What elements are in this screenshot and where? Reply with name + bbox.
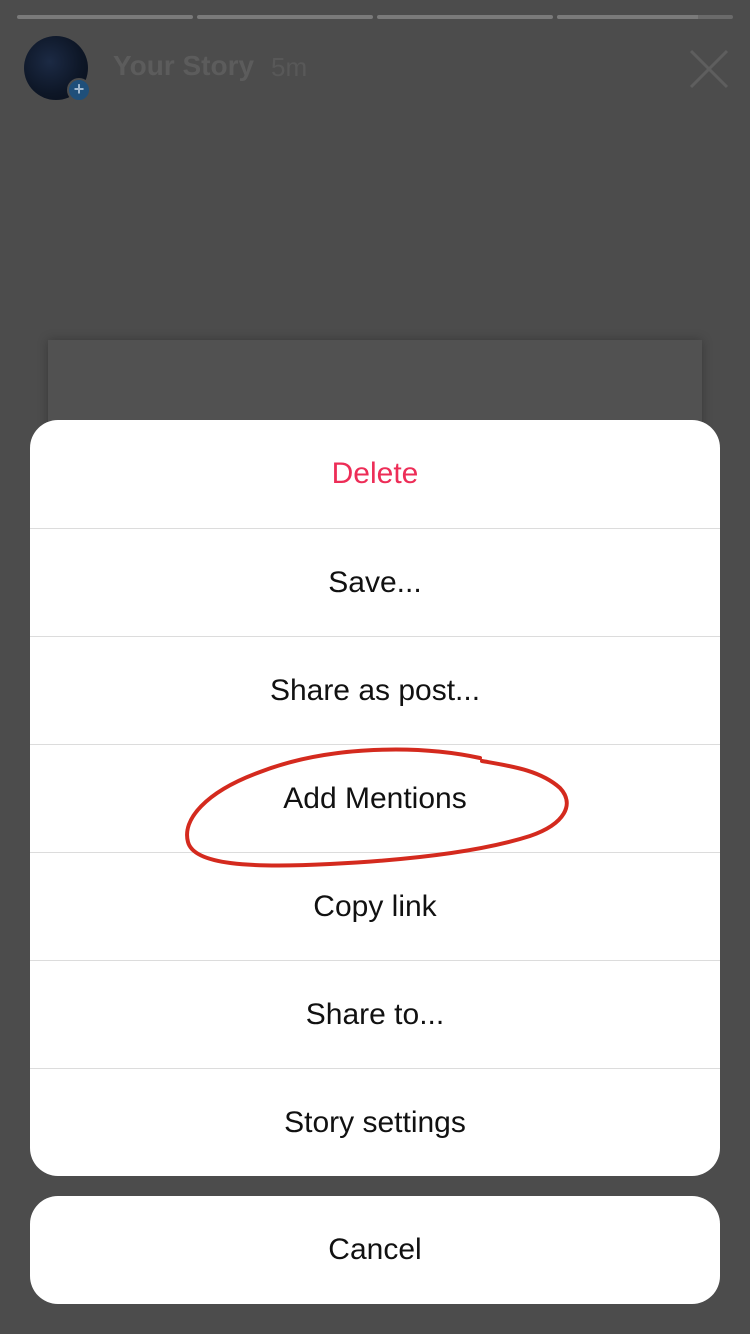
progress-fill	[17, 15, 193, 19]
plus-icon[interactable]: +	[67, 78, 91, 102]
story-screen: + Your Story 5m Delete Save... Share as …	[0, 0, 750, 1334]
copy-link-button[interactable]: Copy link	[30, 852, 720, 960]
action-sheet: Delete Save... Share as post... Add Ment…	[30, 420, 720, 1176]
delete-button[interactable]: Delete	[30, 420, 720, 528]
progress-segment	[17, 15, 193, 19]
story-progress-bars	[17, 15, 733, 19]
save-button[interactable]: Save...	[30, 528, 720, 636]
close-icon[interactable]	[688, 48, 730, 90]
story-settings-button[interactable]: Story settings	[30, 1068, 720, 1176]
share-as-post-button[interactable]: Share as post...	[30, 636, 720, 744]
progress-fill	[377, 15, 553, 19]
cancel-button[interactable]: Cancel	[30, 1196, 720, 1304]
story-timestamp: 5m	[271, 52, 308, 82]
progress-segment	[557, 15, 733, 19]
progress-fill	[197, 15, 373, 19]
share-to-button[interactable]: Share to...	[30, 960, 720, 1068]
story-owner-label[interactable]: Your Story	[113, 50, 254, 82]
progress-segment	[197, 15, 373, 19]
progress-segment	[377, 15, 553, 19]
add-mentions-button[interactable]: Add Mentions	[30, 744, 720, 852]
progress-fill	[557, 15, 698, 19]
